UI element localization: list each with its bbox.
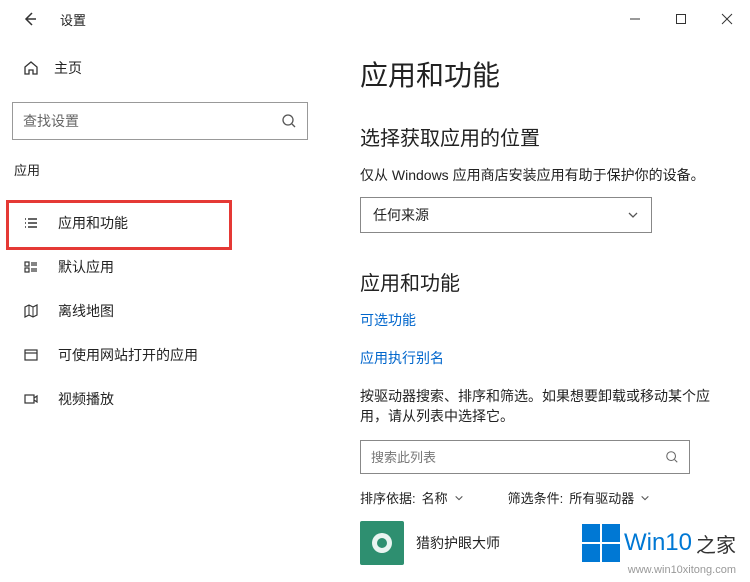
- maximize-button[interactable]: [658, 3, 704, 35]
- search-apps-input[interactable]: [360, 440, 690, 474]
- watermark-suffix: 之家: [696, 529, 736, 558]
- search-settings-field[interactable]: [23, 113, 281, 129]
- video-icon: [22, 390, 40, 408]
- map-icon: [22, 302, 40, 320]
- filter-dropdown[interactable]: 筛选条件: 所有驱动器: [508, 488, 651, 507]
- apps-heading: 应用和功能: [360, 267, 714, 296]
- sidebar-item-website-apps[interactable]: 可使用网站打开的应用: [12, 333, 222, 377]
- chevron-down-icon: [640, 493, 650, 503]
- watermark: Win10 之家 www.win10xitong.com: [582, 524, 736, 576]
- sidebar-item-offline-maps[interactable]: 离线地图: [12, 289, 222, 333]
- windows-logo-icon: [582, 524, 620, 562]
- home-icon: [22, 59, 40, 77]
- chevron-down-icon: [627, 209, 639, 221]
- sidebar: 主页 应用 应用和功能 默认应用 离线地图 可使用网站打开的: [0, 38, 320, 582]
- app-name: 猎豹护眼大师: [416, 533, 500, 553]
- watermark-url: www.win10xitong.com: [582, 564, 736, 576]
- search-icon: [281, 113, 297, 129]
- filter-value: 所有驱动器: [569, 488, 634, 507]
- sidebar-home[interactable]: 主页: [12, 50, 308, 86]
- sort-value: 名称: [422, 488, 448, 507]
- filter-label: 筛选条件:: [508, 488, 564, 507]
- main-content: 应用和功能 选择获取应用的位置 仅从 Windows 应用商店安装应用有助于保护…: [320, 38, 750, 582]
- watermark-brand: Win10: [624, 529, 692, 557]
- search-apps-field[interactable]: [371, 450, 665, 465]
- list-icon: [22, 214, 40, 232]
- page-title: 应用和功能: [360, 54, 714, 94]
- sidebar-item-label: 默认应用: [58, 257, 114, 277]
- sidebar-item-label: 应用和功能: [58, 213, 128, 233]
- sidebar-item-label: 可使用网站打开的应用: [58, 345, 198, 365]
- sidebar-item-default-apps[interactable]: 默认应用: [12, 245, 222, 289]
- sort-label: 排序依据:: [360, 488, 416, 507]
- sidebar-item-label: 离线地图: [58, 301, 114, 321]
- sort-dropdown[interactable]: 排序依据: 名称: [360, 488, 464, 507]
- apps-desc: 按驱动器搜索、排序和筛选。如果想要卸载或移动某个应用，请从列表中选择它。: [360, 386, 714, 426]
- close-button[interactable]: [704, 3, 750, 35]
- app-alias-link[interactable]: 应用执行别名: [360, 348, 714, 368]
- source-desc: 仅从 Windows 应用商店安装应用有助于保护你的设备。: [360, 165, 714, 185]
- sidebar-item-apps-features[interactable]: 应用和功能: [12, 201, 222, 245]
- defaults-icon: [22, 258, 40, 276]
- search-icon: [665, 450, 679, 464]
- sidebar-item-label: 视频播放: [58, 389, 114, 409]
- source-dropdown[interactable]: 任何来源: [360, 197, 652, 233]
- minimize-button[interactable]: [612, 3, 658, 35]
- chevron-down-icon: [454, 493, 464, 503]
- sidebar-home-label: 主页: [54, 58, 82, 78]
- search-settings-input[interactable]: [12, 102, 308, 140]
- optional-features-link[interactable]: 可选功能: [360, 310, 714, 330]
- sidebar-section-label: 应用: [12, 160, 308, 179]
- source-heading: 选择获取应用的位置: [360, 122, 714, 151]
- back-button[interactable]: [18, 7, 42, 31]
- website-icon: [22, 346, 40, 364]
- sidebar-item-video-playback[interactable]: 视频播放: [12, 377, 222, 421]
- window-title: 设置: [60, 10, 86, 29]
- dropdown-value: 任何来源: [373, 205, 429, 225]
- app-icon: [360, 521, 404, 565]
